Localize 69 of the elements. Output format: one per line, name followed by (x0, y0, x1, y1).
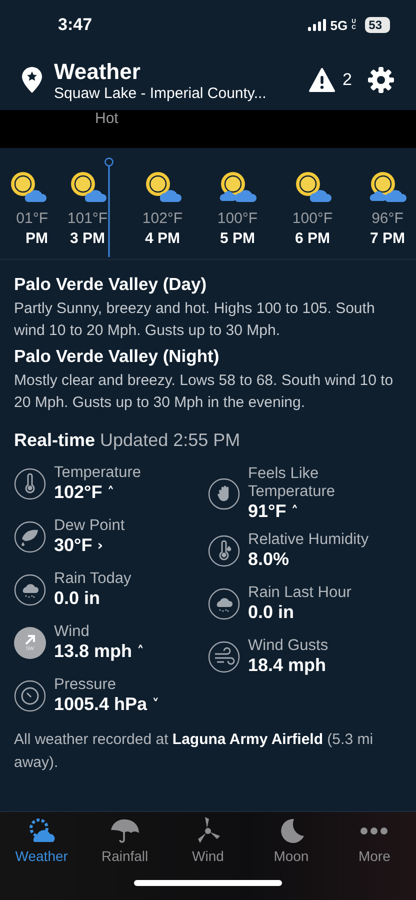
reading-label: Wind Gusts (248, 637, 328, 655)
forecast-title: Palo Verde Valley (Night) (14, 346, 220, 367)
reading-value: 0.0 in (54, 588, 100, 609)
reading-value: 0.0 in (248, 602, 294, 623)
reading-label: Feels Like Temperature (248, 465, 336, 501)
reading-label: Rain Today (54, 570, 132, 588)
trend-chevron[interactable]: ˅ (152, 696, 160, 712)
section-title: Real-time (14, 430, 96, 451)
signal-icon (308, 19, 326, 31)
reading-label: Pressure (54, 676, 118, 694)
reading-value: 1005.4 hPa (54, 694, 148, 715)
network-label: 5G (330, 18, 348, 32)
leaf-drop-icon (14, 520, 46, 552)
tab[interactable]: Rainfall (83, 812, 166, 864)
reading-label: Temperature (54, 464, 142, 482)
more-icon (360, 827, 388, 835)
forecast-text: Partly Sunny, breezy and hot. Highs 100 to 105. South wind 10 to 20 Mph. Gusts up to 30 Mph. (14, 299, 376, 341)
reading-value: 91°F (248, 501, 286, 522)
reading-value: 30°F (54, 535, 92, 556)
hour-time[interactable]: 5 PM (220, 230, 255, 247)
status-time: 3:47 (58, 15, 92, 35)
trend-chevron[interactable]: ˄ (291, 504, 298, 520)
warning-icon[interactable] (308, 68, 335, 92)
forecast-title: Palo Verde Valley (Day) (14, 274, 208, 295)
reading-value: 102°F (54, 482, 102, 503)
battery-level: 53 (364, 17, 390, 33)
hour-temperature: 100°F (292, 210, 333, 227)
reading-value: 18.4 mph (248, 655, 326, 676)
hour-temperature: 96°F (372, 210, 404, 227)
hour-temperature: 01°F (16, 210, 48, 227)
hour-temperature: 100°F (217, 210, 258, 227)
trend-chevron[interactable]: ˄ (137, 644, 144, 660)
hour-time[interactable]: PM (26, 230, 48, 247)
condition-label: Hot (95, 110, 118, 127)
forecast-text: Mostly clear and breezy. Lows 58 to 68. South wind 10 to 20 Mph. Gusts up to 30 Mph in the evening. (14, 371, 394, 413)
reading-label: Relative Humidity (248, 531, 369, 549)
tab[interactable]: Wind (166, 812, 250, 864)
reading-value: 8.0% (248, 549, 290, 570)
reading-label: Wind (54, 623, 90, 641)
tab[interactable]: Weather (0, 812, 84, 864)
partly-sunny-icon (8, 170, 48, 204)
reading-label: Dew Point (54, 517, 125, 535)
partly-sunny-icon (218, 170, 258, 204)
partly-sunny-icon (368, 170, 408, 204)
trend-chevron[interactable]: › (97, 538, 103, 554)
alert-count[interactable]: 2 (342, 70, 352, 90)
hour-time[interactable]: 3 PM (70, 230, 105, 247)
humidity-icon (208, 534, 240, 566)
rain-cloud-icon (208, 588, 240, 620)
hand-icon (208, 478, 240, 510)
reading-label: Rain Last Hour (248, 584, 352, 602)
station-note: All weather recorded at Laguna Army Airfield (5.3 mi away). (14, 730, 374, 773)
location-name[interactable]: Squaw Lake - Imperial County... (54, 84, 301, 102)
app-title: Weather (54, 58, 142, 84)
hour-time[interactable]: 7 PM (370, 230, 405, 247)
tab[interactable]: More (332, 812, 416, 864)
hour-time[interactable]: 4 PM (144, 230, 180, 247)
thermometer-icon (14, 468, 46, 500)
rain-cloud-icon (14, 574, 46, 606)
location-pin-icon[interactable] (22, 67, 42, 93)
reading-value: 13.8 mph (54, 641, 132, 662)
wind-icon (208, 640, 240, 672)
tab[interactable]: Moon (250, 812, 333, 864)
updated-time: Updated 2:55 PM (100, 430, 240, 451)
hour-temperature: 102°F (142, 210, 183, 227)
hour-temperature: 101°F (67, 210, 108, 227)
trend-chevron[interactable]: ˄ (107, 484, 114, 500)
hour-time[interactable]: 6 PM (294, 230, 330, 247)
gauge-icon (14, 680, 46, 712)
